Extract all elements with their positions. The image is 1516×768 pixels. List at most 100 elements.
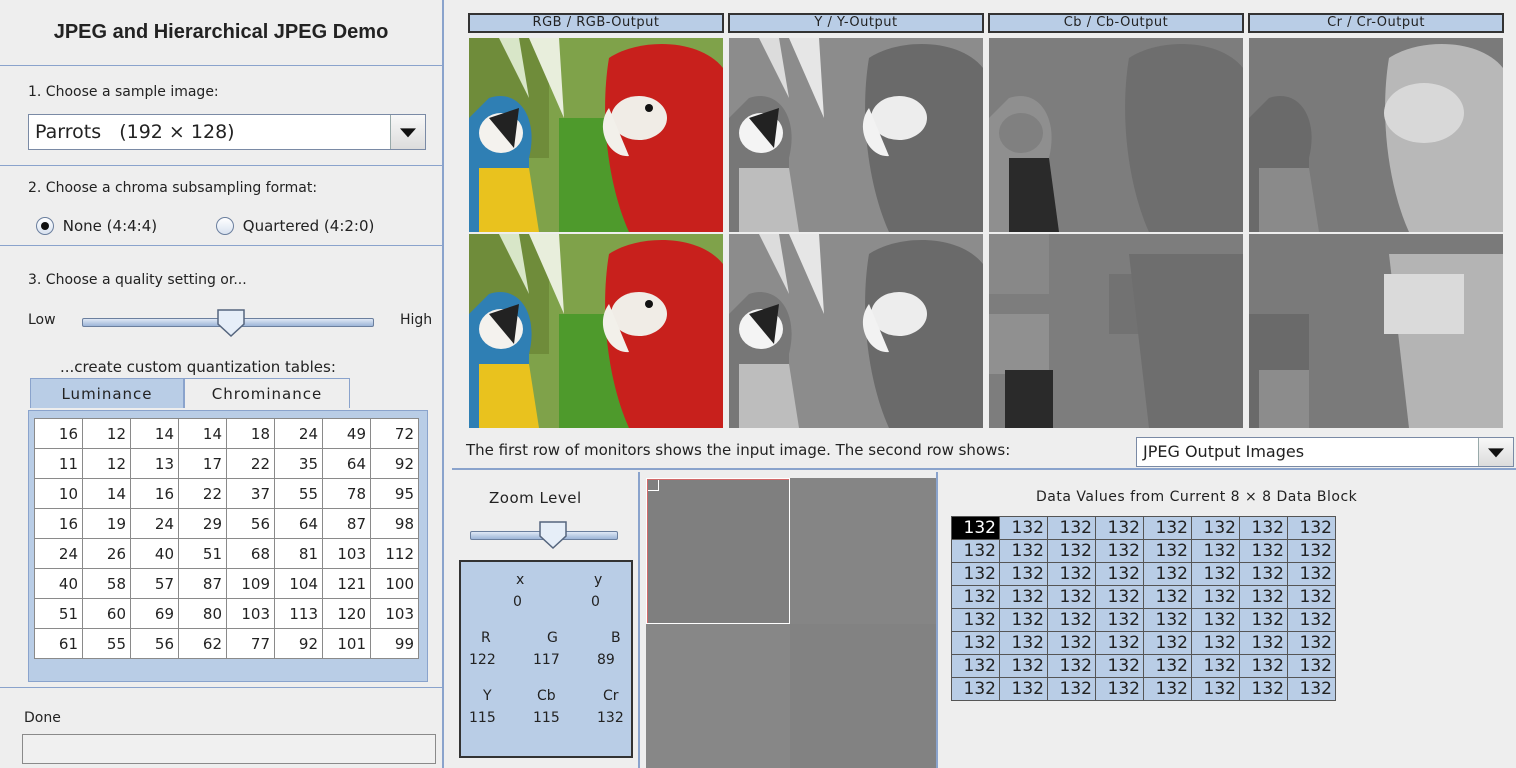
- quant-cell[interactable]: 16: [34, 508, 83, 539]
- quant-cell[interactable]: 101: [322, 628, 371, 659]
- data-cell[interactable]: 132: [951, 585, 1000, 609]
- quant-cell[interactable]: 109: [226, 568, 275, 599]
- data-cell[interactable]: 132: [999, 608, 1048, 632]
- data-cell[interactable]: 132: [1239, 654, 1288, 678]
- quant-cell[interactable]: 121: [322, 568, 371, 599]
- radio-none[interactable]: None (4:4:4): [36, 216, 157, 235]
- data-cell[interactable]: 132: [1287, 608, 1336, 632]
- data-cell[interactable]: 132: [1143, 562, 1192, 586]
- quant-cell[interactable]: 17: [178, 448, 227, 479]
- monitor-y-output[interactable]: [729, 234, 983, 428]
- zoom-view[interactable]: [646, 478, 936, 768]
- data-cell[interactable]: 132: [1239, 585, 1288, 609]
- data-cell[interactable]: 132: [1191, 539, 1240, 563]
- quant-cell[interactable]: 12: [82, 448, 131, 479]
- data-values-table[interactable]: 132 132 132 132 132 132 132 132 132 132 132 132 132 1…: [951, 516, 1336, 701]
- radio-quartered[interactable]: Quartered (4:2:0): [216, 216, 374, 235]
- quality-slider-thumb[interactable]: [216, 308, 246, 338]
- quant-cell[interactable]: 113: [274, 598, 323, 629]
- quant-cell[interactable]: 69: [130, 598, 179, 629]
- data-cell[interactable]: 132: [1047, 562, 1096, 586]
- data-cell[interactable]: 132: [951, 654, 1000, 678]
- monitor-rgb-output[interactable]: [469, 234, 723, 428]
- data-cell[interactable]: 132: [1095, 516, 1144, 540]
- data-cell[interactable]: 132: [1047, 516, 1096, 540]
- quantization-table[interactable]: 16 12 14 14 18 24 49 72 11 12 13 17 22 35 64 92 10 14 16 22…: [34, 418, 419, 659]
- quant-cell[interactable]: 78: [322, 478, 371, 509]
- quant-cell[interactable]: 81: [274, 538, 323, 569]
- data-cell[interactable]: 132: [1191, 608, 1240, 632]
- data-cell[interactable]: 132: [1191, 677, 1240, 701]
- radio-selected-icon[interactable]: [36, 216, 54, 235]
- quant-cell[interactable]: 51: [34, 598, 83, 629]
- quant-cell[interactable]: 58: [82, 568, 131, 599]
- data-cell[interactable]: 132: [1287, 539, 1336, 563]
- dropdown-button[interactable]: [1478, 438, 1513, 466]
- quant-cell[interactable]: 14: [82, 478, 131, 509]
- quant-cell[interactable]: 103: [370, 598, 419, 629]
- quant-cell[interactable]: 55: [82, 628, 131, 659]
- quant-cell[interactable]: 61: [34, 628, 83, 659]
- quant-cell[interactable]: 99: [370, 628, 419, 659]
- data-cell[interactable]: 132: [999, 516, 1048, 540]
- quant-cell[interactable]: 68: [226, 538, 275, 569]
- quant-cell[interactable]: 100: [370, 568, 419, 599]
- zoom-block[interactable]: [790, 624, 936, 768]
- data-cell[interactable]: 132: [951, 631, 1000, 655]
- quant-cell[interactable]: 26: [82, 538, 131, 569]
- quant-cell[interactable]: 19: [82, 508, 131, 539]
- quant-cell[interactable]: 95: [370, 478, 419, 509]
- dropdown-button[interactable]: [390, 115, 425, 149]
- quant-cell[interactable]: 104: [274, 568, 323, 599]
- quant-cell[interactable]: 13: [130, 448, 179, 479]
- data-cell[interactable]: 132: [1143, 677, 1192, 701]
- quant-cell[interactable]: 22: [226, 448, 275, 479]
- data-cell[interactable]: 132: [1287, 677, 1336, 701]
- data-cell[interactable]: 132: [1191, 585, 1240, 609]
- data-cell[interactable]: 132: [1143, 631, 1192, 655]
- data-cell[interactable]: 132: [1191, 516, 1240, 540]
- data-cell[interactable]: 132: [1095, 654, 1144, 678]
- sample-image-dropdown[interactable]: Parrots (192 × 128): [28, 114, 426, 150]
- data-cell[interactable]: 132: [1239, 677, 1288, 701]
- data-cell[interactable]: 132: [1143, 654, 1192, 678]
- quant-cell[interactable]: 56: [226, 508, 275, 539]
- zoom-block[interactable]: [646, 624, 790, 768]
- quant-cell[interactable]: 92: [370, 448, 419, 479]
- quant-cell[interactable]: 24: [130, 508, 179, 539]
- quant-cell[interactable]: 57: [130, 568, 179, 599]
- quant-cell[interactable]: 62: [178, 628, 227, 659]
- quant-cell[interactable]: 10: [34, 478, 83, 509]
- data-cell[interactable]: 132: [1095, 562, 1144, 586]
- data-cell[interactable]: 132: [1047, 539, 1096, 563]
- data-cell[interactable]: 132: [1047, 677, 1096, 701]
- quant-cell[interactable]: 35: [274, 448, 323, 479]
- quant-cell[interactable]: 120: [322, 598, 371, 629]
- data-cell[interactable]: 132: [1047, 654, 1096, 678]
- quant-cell[interactable]: 55: [274, 478, 323, 509]
- data-cell[interactable]: 132: [1239, 608, 1288, 632]
- data-cell[interactable]: 132: [1095, 608, 1144, 632]
- data-cell[interactable]: 132: [1239, 562, 1288, 586]
- quant-cell[interactable]: 14: [130, 418, 179, 449]
- radio-unselected-icon[interactable]: [216, 216, 234, 235]
- data-cell[interactable]: 132: [951, 516, 1000, 540]
- data-cell[interactable]: 132: [1143, 608, 1192, 632]
- quant-cell[interactable]: 103: [226, 598, 275, 629]
- data-cell[interactable]: 132: [1047, 608, 1096, 632]
- quant-cell[interactable]: 60: [82, 598, 131, 629]
- quant-cell[interactable]: 11: [34, 448, 83, 479]
- monitor-cr-output[interactable]: [1249, 234, 1503, 428]
- data-cell[interactable]: 132: [1239, 516, 1288, 540]
- data-cell[interactable]: 132: [1047, 631, 1096, 655]
- tab-chrominance[interactable]: Chrominance: [184, 378, 350, 408]
- quant-cell[interactable]: 40: [130, 538, 179, 569]
- data-cell[interactable]: 132: [1287, 516, 1336, 540]
- quant-cell[interactable]: 98: [370, 508, 419, 539]
- data-cell[interactable]: 132: [1047, 585, 1096, 609]
- data-cell[interactable]: 132: [1143, 516, 1192, 540]
- data-cell[interactable]: 132: [1095, 631, 1144, 655]
- data-cell[interactable]: 132: [951, 677, 1000, 701]
- quant-cell[interactable]: 87: [178, 568, 227, 599]
- zoom-slider-thumb[interactable]: [538, 520, 568, 550]
